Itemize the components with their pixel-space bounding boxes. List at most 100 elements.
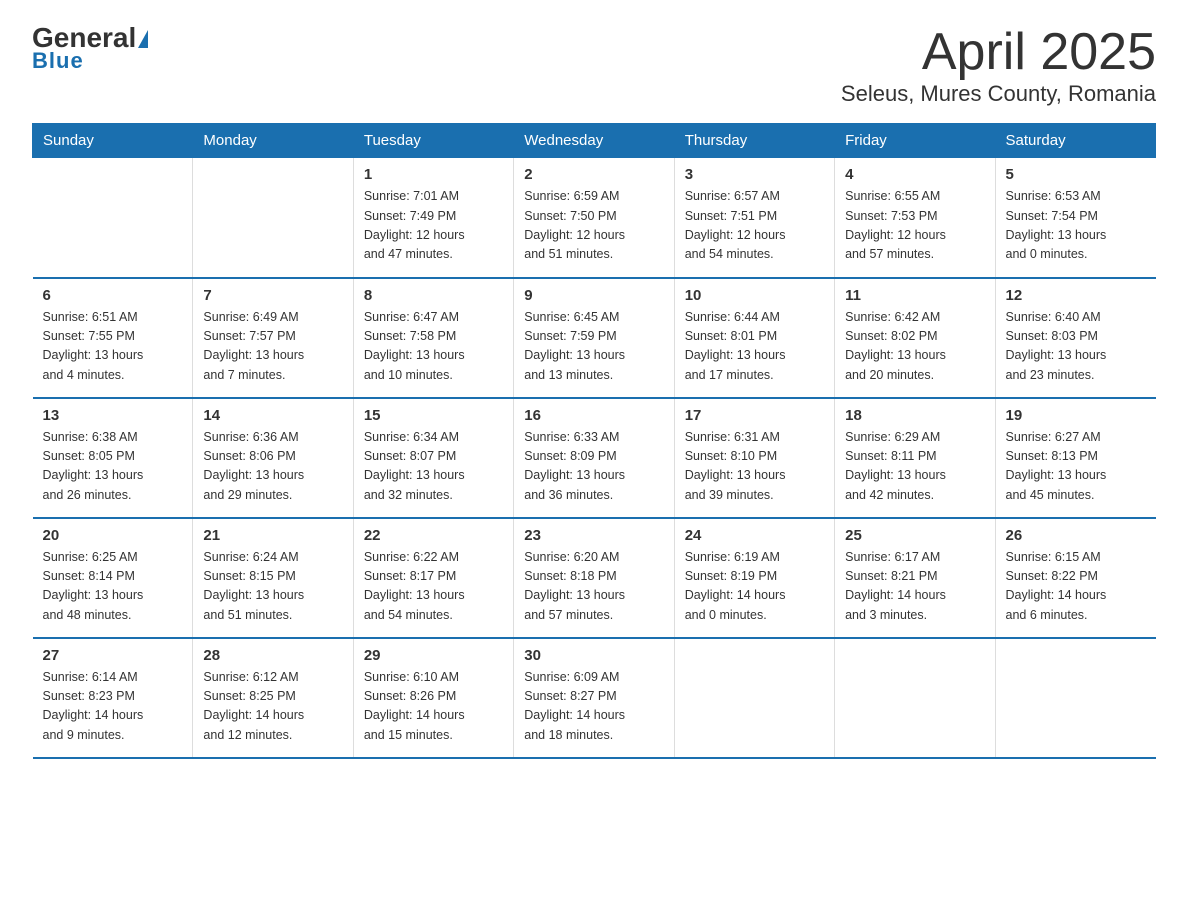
day-number: 7 [203, 287, 342, 304]
calendar-cell: 9 Sunrise: 6:45 AM Sunset: 7:59 PM Daylig… [514, 278, 674, 398]
day-info: Sunrise: 6:59 AM Sunset: 7:50 PM Dayligh… [524, 187, 663, 265]
day-info: Sunrise: 6:44 AM Sunset: 8:01 PM Dayligh… [685, 308, 824, 386]
day-number: 11 [845, 287, 984, 304]
day-info: Sunrise: 6:24 AM Sunset: 8:15 PM Dayligh… [203, 548, 342, 626]
calendar-cell: 4 Sunrise: 6:55 AM Sunset: 7:53 PM Daylig… [835, 158, 995, 278]
calendar-cell: 24 Sunrise: 6:19 AM Sunset: 8:19 PM Dayli… [674, 518, 834, 638]
day-info: Sunrise: 6:19 AM Sunset: 8:19 PM Dayligh… [685, 548, 824, 626]
day-info: Sunrise: 6:55 AM Sunset: 7:53 PM Dayligh… [845, 187, 984, 265]
day-info: Sunrise: 6:57 AM Sunset: 7:51 PM Dayligh… [685, 187, 824, 265]
calendar-cell: 28 Sunrise: 6:12 AM Sunset: 8:25 PM Dayli… [193, 638, 353, 758]
day-number: 15 [364, 407, 503, 424]
day-info: Sunrise: 6:40 AM Sunset: 8:03 PM Dayligh… [1006, 308, 1146, 386]
calendar-week-row: 1 Sunrise: 7:01 AM Sunset: 7:49 PM Daylig… [33, 158, 1156, 278]
day-info: Sunrise: 6:53 AM Sunset: 7:54 PM Dayligh… [1006, 187, 1146, 265]
day-number: 25 [845, 527, 984, 544]
calendar-cell: 8 Sunrise: 6:47 AM Sunset: 7:58 PM Daylig… [353, 278, 513, 398]
title-block: April 2025 Seleus, Mures County, Romania [841, 24, 1156, 107]
day-number: 22 [364, 527, 503, 544]
calendar-cell: 21 Sunrise: 6:24 AM Sunset: 8:15 PM Dayli… [193, 518, 353, 638]
day-number: 16 [524, 407, 663, 424]
day-number: 13 [43, 407, 183, 424]
calendar-cell: 12 Sunrise: 6:40 AM Sunset: 8:03 PM Dayli… [995, 278, 1155, 398]
calendar-cell: 26 Sunrise: 6:15 AM Sunset: 8:22 PM Dayli… [995, 518, 1155, 638]
day-info: Sunrise: 6:09 AM Sunset: 8:27 PM Dayligh… [524, 668, 663, 746]
day-info: Sunrise: 6:34 AM Sunset: 8:07 PM Dayligh… [364, 428, 503, 506]
day-info: Sunrise: 6:25 AM Sunset: 8:14 PM Dayligh… [43, 548, 183, 626]
day-info: Sunrise: 6:51 AM Sunset: 7:55 PM Dayligh… [43, 308, 183, 386]
day-info: Sunrise: 6:47 AM Sunset: 7:58 PM Dayligh… [364, 308, 503, 386]
calendar-week-row: 13 Sunrise: 6:38 AM Sunset: 8:05 PM Dayli… [33, 398, 1156, 518]
header-wednesday: Wednesday [514, 124, 674, 158]
calendar-cell: 10 Sunrise: 6:44 AM Sunset: 8:01 PM Dayli… [674, 278, 834, 398]
day-info: Sunrise: 6:36 AM Sunset: 8:06 PM Dayligh… [203, 428, 342, 506]
day-number: 18 [845, 407, 984, 424]
day-info: Sunrise: 6:15 AM Sunset: 8:22 PM Dayligh… [1006, 548, 1146, 626]
day-number: 26 [1006, 527, 1146, 544]
day-info: Sunrise: 6:12 AM Sunset: 8:25 PM Dayligh… [203, 668, 342, 746]
calendar-cell: 29 Sunrise: 6:10 AM Sunset: 8:26 PM Dayli… [353, 638, 513, 758]
day-number: 1 [364, 166, 503, 183]
day-number: 8 [364, 287, 503, 304]
calendar-cell: 27Sunrise: 6:14 AM Sunset: 8:23 PM Dayli… [33, 638, 193, 758]
calendar-cell: 14 Sunrise: 6:36 AM Sunset: 8:06 PM Dayli… [193, 398, 353, 518]
calendar-cell: 19Sunrise: 6:27 AM Sunset: 8:13 PM Dayli… [995, 398, 1155, 518]
day-number: 23 [524, 527, 663, 544]
day-info: Sunrise: 6:33 AM Sunset: 8:09 PM Dayligh… [524, 428, 663, 506]
calendar-cell: 7 Sunrise: 6:49 AM Sunset: 7:57 PM Daylig… [193, 278, 353, 398]
header-sunday: Sunday [33, 124, 193, 158]
day-info: Sunrise: 6:14 AM Sunset: 8:23 PM Dayligh… [43, 668, 183, 746]
day-number: 24 [685, 527, 824, 544]
day-number: 20 [43, 527, 183, 544]
day-number: 14 [203, 407, 342, 424]
day-info: Sunrise: 6:17 AM Sunset: 8:21 PM Dayligh… [845, 548, 984, 626]
calendar-cell: 15 Sunrise: 6:34 AM Sunset: 8:07 PM Dayli… [353, 398, 513, 518]
day-number: 12 [1006, 287, 1146, 304]
day-number: 30 [524, 647, 663, 664]
day-info: Sunrise: 6:49 AM Sunset: 7:57 PM Dayligh… [203, 308, 342, 386]
day-number: 10 [685, 287, 824, 304]
calendar-subtitle: Seleus, Mures County, Romania [841, 81, 1156, 107]
calendar-cell: 6Sunrise: 6:51 AM Sunset: 7:55 PM Daylig… [33, 278, 193, 398]
calendar-cell: 30 Sunrise: 6:09 AM Sunset: 8:27 PM Dayli… [514, 638, 674, 758]
day-info: Sunrise: 6:29 AM Sunset: 8:11 PM Dayligh… [845, 428, 984, 506]
calendar-cell: 5Sunrise: 6:53 AM Sunset: 7:54 PM Daylig… [995, 158, 1155, 278]
day-number: 4 [845, 166, 984, 183]
calendar-cell: 20 Sunrise: 6:25 AM Sunset: 8:14 PM Dayli… [33, 518, 193, 638]
day-number: 9 [524, 287, 663, 304]
day-number: 21 [203, 527, 342, 544]
day-number: 28 [203, 647, 342, 664]
calendar-cell: 17 Sunrise: 6:31 AM Sunset: 8:10 PM Dayli… [674, 398, 834, 518]
day-info: Sunrise: 7:01 AM Sunset: 7:49 PM Dayligh… [364, 187, 503, 265]
day-number: 19 [1006, 407, 1146, 424]
logo: General Blue [32, 24, 148, 74]
calendar-cell: 23 Sunrise: 6:20 AM Sunset: 8:18 PM Dayli… [514, 518, 674, 638]
header-thursday: Thursday [674, 124, 834, 158]
day-info: Sunrise: 6:31 AM Sunset: 8:10 PM Dayligh… [685, 428, 824, 506]
header-saturday: Saturday [995, 124, 1155, 158]
calendar-header-row: SundayMondayTuesdayWednesdayThursdayFrid… [33, 124, 1156, 158]
calendar-cell: 2 Sunrise: 6:59 AM Sunset: 7:50 PM Daylig… [514, 158, 674, 278]
calendar-cell: 1 Sunrise: 7:01 AM Sunset: 7:49 PM Daylig… [353, 158, 513, 278]
calendar-week-row: 6Sunrise: 6:51 AM Sunset: 7:55 PM Daylig… [33, 278, 1156, 398]
day-info: Sunrise: 6:38 AM Sunset: 8:05 PM Dayligh… [43, 428, 183, 506]
calendar-table: SundayMondayTuesdayWednesdayThursdayFrid… [32, 123, 1156, 759]
calendar-cell: 13 Sunrise: 6:38 AM Sunset: 8:05 PM Dayli… [33, 398, 193, 518]
calendar-cell [995, 638, 1155, 758]
calendar-cell: 22 Sunrise: 6:22 AM Sunset: 8:17 PM Dayli… [353, 518, 513, 638]
day-info: Sunrise: 6:45 AM Sunset: 7:59 PM Dayligh… [524, 308, 663, 386]
logo-triangle-icon [138, 30, 148, 48]
day-number: 29 [364, 647, 503, 664]
calendar-cell: 25 Sunrise: 6:17 AM Sunset: 8:21 PM Dayli… [835, 518, 995, 638]
calendar-cell: 18 Sunrise: 6:29 AM Sunset: 8:11 PM Dayli… [835, 398, 995, 518]
header-tuesday: Tuesday [353, 124, 513, 158]
day-info: Sunrise: 6:10 AM Sunset: 8:26 PM Dayligh… [364, 668, 503, 746]
day-number: 2 [524, 166, 663, 183]
day-info: Sunrise: 6:20 AM Sunset: 8:18 PM Dayligh… [524, 548, 663, 626]
header-monday: Monday [193, 124, 353, 158]
header-friday: Friday [835, 124, 995, 158]
day-info: Sunrise: 6:22 AM Sunset: 8:17 PM Dayligh… [364, 548, 503, 626]
day-number: 17 [685, 407, 824, 424]
calendar-title: April 2025 [841, 24, 1156, 81]
calendar-cell: 3Sunrise: 6:57 AM Sunset: 7:51 PM Daylig… [674, 158, 834, 278]
